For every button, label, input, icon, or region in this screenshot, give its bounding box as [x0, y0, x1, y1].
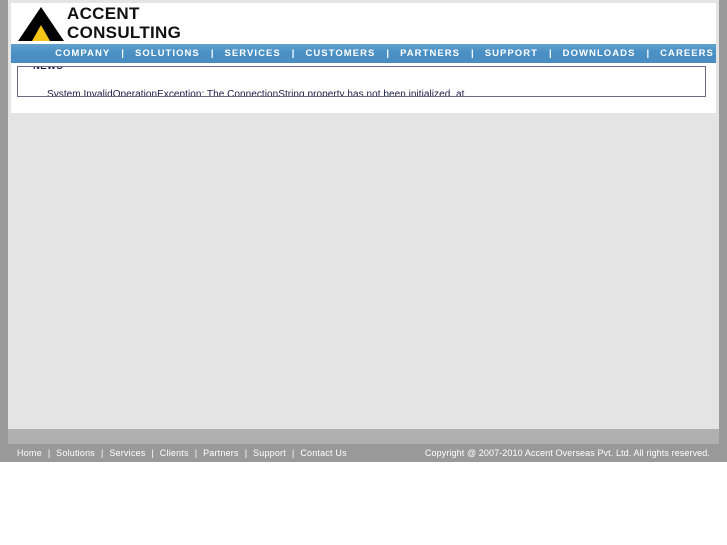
nav-item-partners[interactable]: PARTNERS: [400, 44, 460, 63]
nav-separator: |: [291, 48, 295, 59]
logo-line-2: CONSULTING: [67, 23, 182, 42]
news-panel: NEWS System.InvalidOperationException: T…: [17, 66, 706, 97]
footer-copyright: Copyright @ 2007-2010 Accent Overseas Pv…: [424, 448, 710, 458]
logo-line-1: ACCENT: [67, 4, 140, 23]
page-right-rail: [719, 0, 727, 462]
footer-link-contact-us[interactable]: Contact Us: [294, 444, 353, 462]
page-left-rail: [0, 0, 8, 462]
footer-link-home[interactable]: Home: [11, 444, 48, 462]
nav-separator: |: [121, 48, 124, 59]
viewport-blank-area: [0, 462, 727, 545]
site-canvas: ACCENT CONSULTING COMPANY | SOLUTIONS | …: [11, 3, 716, 113]
nav-item-services[interactable]: SERVICES: [224, 44, 280, 63]
footer-top-strip: [8, 429, 719, 444]
nav-separator: |: [210, 48, 214, 59]
main-navigation: COMPANY | SOLUTIONS | SERVICES | CUSTOME…: [11, 44, 716, 63]
nav-item-support[interactable]: SUPPORT: [485, 44, 538, 63]
nav-separator: |: [386, 48, 390, 59]
footer-link-clients[interactable]: Clients: [154, 444, 195, 462]
nav-item-downloads[interactable]: DOWNLOADS: [563, 44, 636, 63]
mountain-triangle-logo-icon: [17, 6, 65, 42]
main-navigation-items: COMPANY | SOLUTIONS | SERVICES | CUSTOME…: [11, 44, 716, 63]
nav-item-customers[interactable]: CUSTOMERS: [305, 44, 375, 63]
news-panel-legend: NEWS: [29, 67, 68, 72]
nav-item-solutions[interactable]: SOLUTIONS: [135, 44, 200, 63]
nav-item-company[interactable]: COMPANY: [55, 44, 110, 63]
news-error-message: System.InvalidOperationException: The Co…: [47, 89, 465, 97]
footer-bar: Home | Solutions | Services | Clients | …: [8, 444, 719, 462]
nav-separator: |: [471, 48, 474, 59]
footer-link-services[interactable]: Services: [103, 444, 151, 462]
nav-item-careers[interactable]: CAREERS: [660, 44, 714, 63]
site-logo[interactable]: ACCENT CONSULTING: [17, 4, 337, 44]
footer-link-solutions[interactable]: Solutions: [50, 444, 101, 462]
site-logo-text: ACCENT CONSULTING: [67, 4, 181, 42]
page-root: ACCENT CONSULTING COMPANY | SOLUTIONS | …: [0, 0, 727, 545]
nav-separator: |: [646, 48, 650, 59]
footer-link-support[interactable]: Support: [247, 444, 292, 462]
site-header: ACCENT CONSULTING: [11, 3, 716, 44]
site-footer: Home | Solutions | Services | Clients | …: [8, 429, 719, 462]
nav-separator: |: [549, 48, 552, 59]
footer-link-partners[interactable]: Partners: [197, 444, 245, 462]
footer-links: Home | Solutions | Services | Clients | …: [11, 444, 353, 462]
